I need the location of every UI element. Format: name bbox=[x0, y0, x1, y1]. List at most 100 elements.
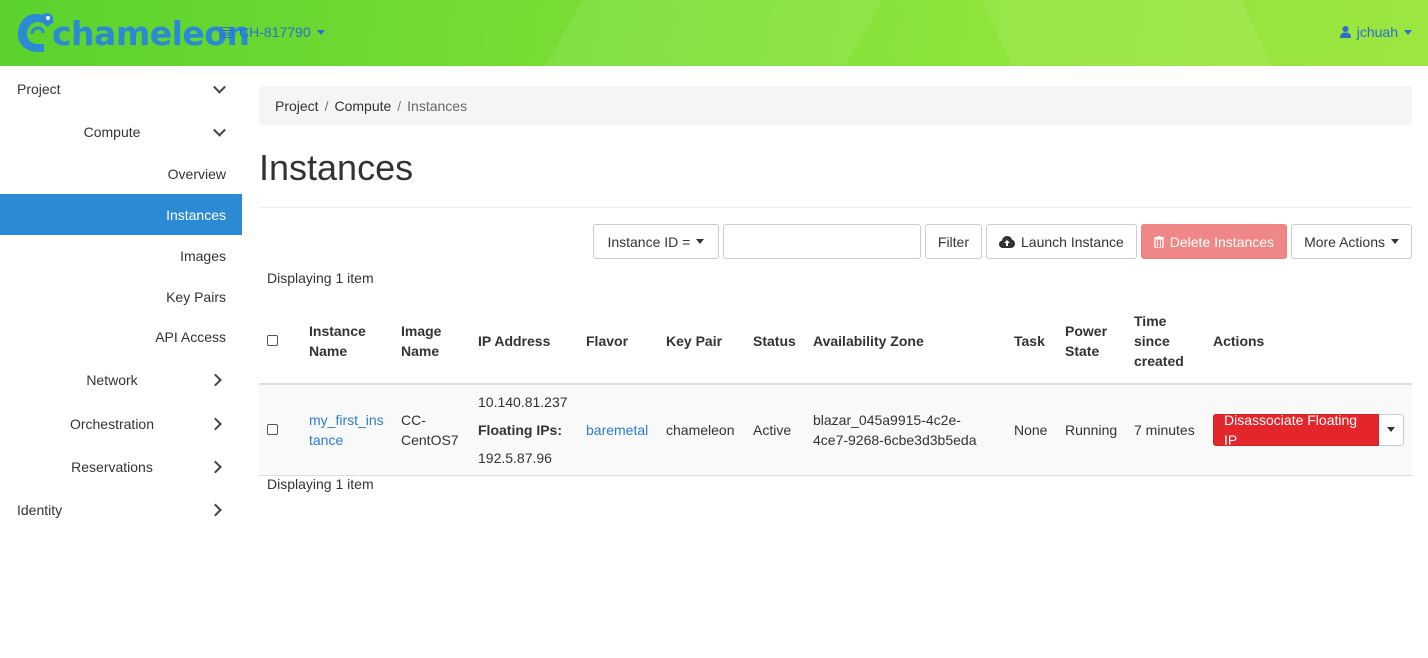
chevron-down-icon bbox=[213, 80, 226, 94]
sidebar-item-label: Instances bbox=[166, 206, 226, 223]
header-text: Status bbox=[753, 332, 796, 349]
launch-instance-button[interactable]: Launch Instance bbox=[986, 224, 1137, 259]
chevron-right-icon bbox=[209, 503, 222, 516]
sidebar-item-project[interactable]: Project bbox=[0, 66, 242, 111]
header-text: Name bbox=[401, 342, 440, 359]
sidebar-item-label: Orchestration bbox=[69, 415, 155, 432]
sidebar-item-instances[interactable]: Instances bbox=[0, 194, 242, 235]
header-text: Instance bbox=[309, 322, 366, 339]
sidebar-item-orchestration[interactable]: Orchestration bbox=[0, 402, 242, 445]
sidebar: Project Compute Overview Instances Image… bbox=[0, 66, 242, 531]
header-text: Flavor bbox=[586, 332, 629, 349]
sidebar-item-label: API Access bbox=[155, 329, 226, 345]
filter-button[interactable]: Filter bbox=[924, 224, 983, 259]
cloud-upload-icon bbox=[999, 235, 1016, 248]
chevron-down-icon bbox=[316, 29, 325, 35]
table-row: my_first_instance CC- CentOS7 10.140.81.2… bbox=[259, 384, 1412, 476]
breadcrumb-compute[interactable]: Compute bbox=[334, 98, 391, 114]
header-text: Key Pair bbox=[666, 332, 723, 349]
sidebar-item-label: Overview bbox=[167, 165, 226, 182]
sidebar-item-label: Network bbox=[86, 371, 138, 388]
header-text: Actions bbox=[1213, 332, 1265, 349]
chevron-down-icon bbox=[213, 123, 226, 137]
sidebar-item-images[interactable]: Images bbox=[0, 235, 242, 276]
user-menu[interactable]: jchuah bbox=[1339, 24, 1412, 40]
header-text: Power bbox=[1065, 322, 1108, 339]
header-text: IP Address bbox=[478, 332, 551, 349]
top-navbar: chameleon CH-817790 jchuah bbox=[0, 0, 1428, 66]
sidebar-item-key-pairs[interactable]: Key Pairs bbox=[0, 276, 242, 317]
breadcrumb-instances: Instances bbox=[407, 97, 468, 114]
header-decoration bbox=[967, 0, 1293, 66]
sidebar-item-identity[interactable]: Identity bbox=[0, 488, 242, 531]
ip-address-cell: 10.140.81.237 Floating IPs: 192.5.87.96 bbox=[470, 384, 578, 476]
col-task[interactable]: Task bbox=[1006, 298, 1057, 385]
sidebar-item-label: Key Pairs bbox=[166, 288, 226, 305]
col-actions: Actions bbox=[1205, 298, 1412, 385]
col-instance-name[interactable]: Instance Name bbox=[301, 298, 393, 385]
col-key-pair[interactable]: Key Pair bbox=[658, 298, 745, 385]
col-flavor[interactable]: Flavor bbox=[578, 298, 658, 385]
sidebar-item-reservations[interactable]: Reservations bbox=[0, 445, 242, 488]
more-actions-label: More Actions bbox=[1304, 233, 1385, 250]
col-ip-address[interactable]: IP Address bbox=[470, 298, 578, 385]
row-select-cell bbox=[259, 384, 301, 476]
col-availability-zone[interactable]: Availability Zone bbox=[805, 298, 1006, 385]
col-image-name[interactable]: Image Name bbox=[393, 298, 470, 385]
sidebar-item-compute[interactable]: Compute bbox=[0, 111, 242, 153]
col-power-state[interactable]: Power State bbox=[1057, 298, 1126, 385]
delete-instances-label: Delete Instances bbox=[1169, 233, 1275, 250]
key-pair-cell: chameleon bbox=[658, 384, 745, 476]
chevron-down-icon bbox=[1391, 239, 1399, 244]
page-title: Instances bbox=[259, 147, 1412, 208]
project-icon bbox=[220, 26, 233, 38]
header-text: since bbox=[1134, 332, 1170, 349]
power-state-cell: Running bbox=[1057, 384, 1126, 476]
project-selector[interactable]: CH-817790 bbox=[220, 24, 325, 40]
select-all-checkbox[interactable] bbox=[267, 334, 278, 346]
chevron-right-icon bbox=[209, 460, 222, 473]
instance-name-part: my_first_ins bbox=[309, 411, 384, 428]
table-toolbar: Instance ID = Filter Launch Instance Del… bbox=[592, 224, 1412, 259]
instance-name-part: tance bbox=[309, 431, 344, 448]
header-decoration bbox=[513, 0, 907, 66]
sidebar-item-api-access[interactable]: API Access bbox=[0, 317, 242, 357]
status-cell: Active bbox=[745, 384, 805, 476]
image-name-part: CC- bbox=[401, 411, 426, 428]
main-content: Project / Compute / Instances Instances … bbox=[259, 86, 1412, 492]
sidebar-item-label: Compute bbox=[83, 124, 141, 140]
actions-cell: Disassociate Floating IP bbox=[1205, 384, 1412, 476]
header-text: Name bbox=[309, 342, 348, 359]
instance-name-link[interactable]: my_first_instance bbox=[309, 412, 384, 448]
flavor-link[interactable]: baremetal bbox=[586, 422, 648, 438]
item-count-top: Displaying 1 item bbox=[267, 270, 374, 286]
more-actions-button[interactable]: More Actions bbox=[1291, 224, 1412, 259]
breadcrumb-project[interactable]: Project bbox=[275, 98, 319, 114]
time-since-created-cell: 7 minutes bbox=[1126, 384, 1205, 476]
col-status[interactable]: Status bbox=[745, 298, 805, 385]
sidebar-item-label: Project bbox=[17, 80, 61, 97]
table-header-row: Instance Name Image Name IP Address Flavor… bbox=[259, 298, 1412, 385]
task-cell: None bbox=[1006, 384, 1057, 476]
az-part: blazar_045a9915-4c2e- bbox=[813, 411, 961, 428]
sidebar-item-overview[interactable]: Overview bbox=[0, 153, 242, 194]
flavor-cell: baremetal bbox=[578, 384, 658, 476]
header-text: Task bbox=[1014, 332, 1045, 349]
sidebar-item-network[interactable]: Network bbox=[0, 357, 242, 402]
trash-icon bbox=[1153, 235, 1164, 248]
row-checkbox[interactable] bbox=[267, 423, 278, 435]
sidebar-item-label: Images bbox=[180, 247, 226, 264]
col-time-since-created[interactable]: Time since created bbox=[1126, 298, 1205, 385]
chevron-down-icon bbox=[1404, 29, 1412, 35]
delete-instances-button[interactable]: Delete Instances bbox=[1140, 224, 1288, 259]
filter-input[interactable] bbox=[722, 224, 921, 259]
row-actions-dropdown-toggle[interactable] bbox=[1379, 413, 1404, 446]
sidebar-item-label: Identity bbox=[17, 501, 63, 518]
chameleon-logo[interactable]: chameleon bbox=[14, 8, 250, 58]
breadcrumb: Project / Compute / Instances bbox=[259, 86, 1412, 125]
filter-button-label: Filter bbox=[937, 233, 970, 250]
floating-ip: 192.5.87.96 bbox=[478, 449, 552, 466]
disassociate-floating-ip-button[interactable]: Disassociate Floating IP bbox=[1213, 412, 1380, 448]
filter-field-select[interactable]: Instance ID = bbox=[592, 224, 719, 259]
image-name-part: CentOS7 bbox=[401, 431, 459, 448]
